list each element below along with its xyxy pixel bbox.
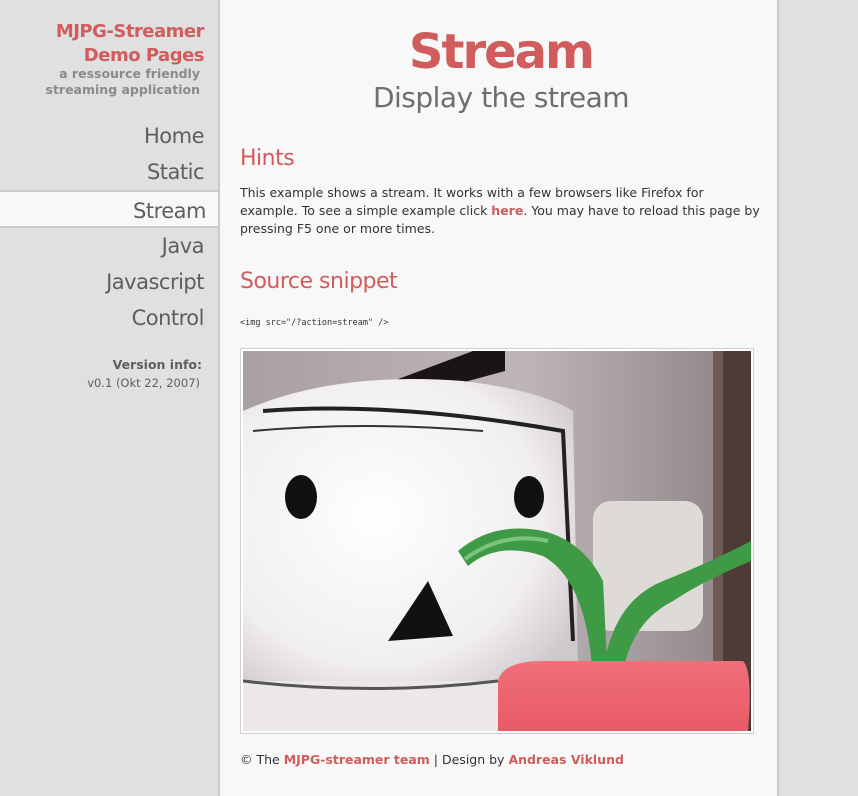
page-subtitle: Display the stream: [372, 81, 630, 114]
nav-item-java[interactable]: Java: [0, 228, 218, 264]
version-info-value: v0.1 (Okt 22, 2007): [87, 376, 200, 390]
version-info-label: Version info:: [112, 357, 202, 372]
nav-item-javascript[interactable]: Javascript: [0, 264, 218, 300]
footer-separator: | Design by: [429, 752, 509, 767]
right-gutter: [779, 0, 858, 796]
hints-paragraph: This example shows a stream. It works wi…: [240, 184, 760, 238]
nav-item-home[interactable]: Home: [0, 118, 218, 154]
footer-team-link[interactable]: MJPG-streamer team: [284, 752, 430, 767]
site-subtitle: a ressource friendly streaming applicati…: [45, 66, 201, 97]
hints-here-link[interactable]: here: [491, 203, 523, 218]
source-code: <img src="/?action=stream" />: [240, 318, 389, 328]
stream-image-picture: [243, 351, 751, 731]
nav-item-static[interactable]: Static: [0, 154, 218, 190]
sidebar: MJPG-Streamer Demo Pages a ressource fri…: [0, 0, 220, 796]
footer: © The MJPG-streamer team | Design by And…: [240, 752, 624, 767]
site-title: MJPG-Streamer Demo Pages: [55, 21, 205, 66]
nav-item-stream[interactable]: Stream: [0, 190, 220, 228]
footer-designer-link[interactable]: Andreas Viklund: [508, 752, 623, 767]
stream-image: [240, 348, 754, 734]
sidebar-nav: Home Static Stream Java Javascript Contr…: [0, 118, 220, 336]
nav-item-control[interactable]: Control: [0, 300, 218, 336]
footer-prefix: © The: [240, 752, 284, 767]
page-title: Stream: [408, 24, 595, 80]
source-snippet-heading: Source snippet: [240, 269, 398, 294]
main-content: Stream Display the stream Hints This exa…: [220, 0, 777, 796]
hints-heading: Hints: [240, 146, 295, 171]
